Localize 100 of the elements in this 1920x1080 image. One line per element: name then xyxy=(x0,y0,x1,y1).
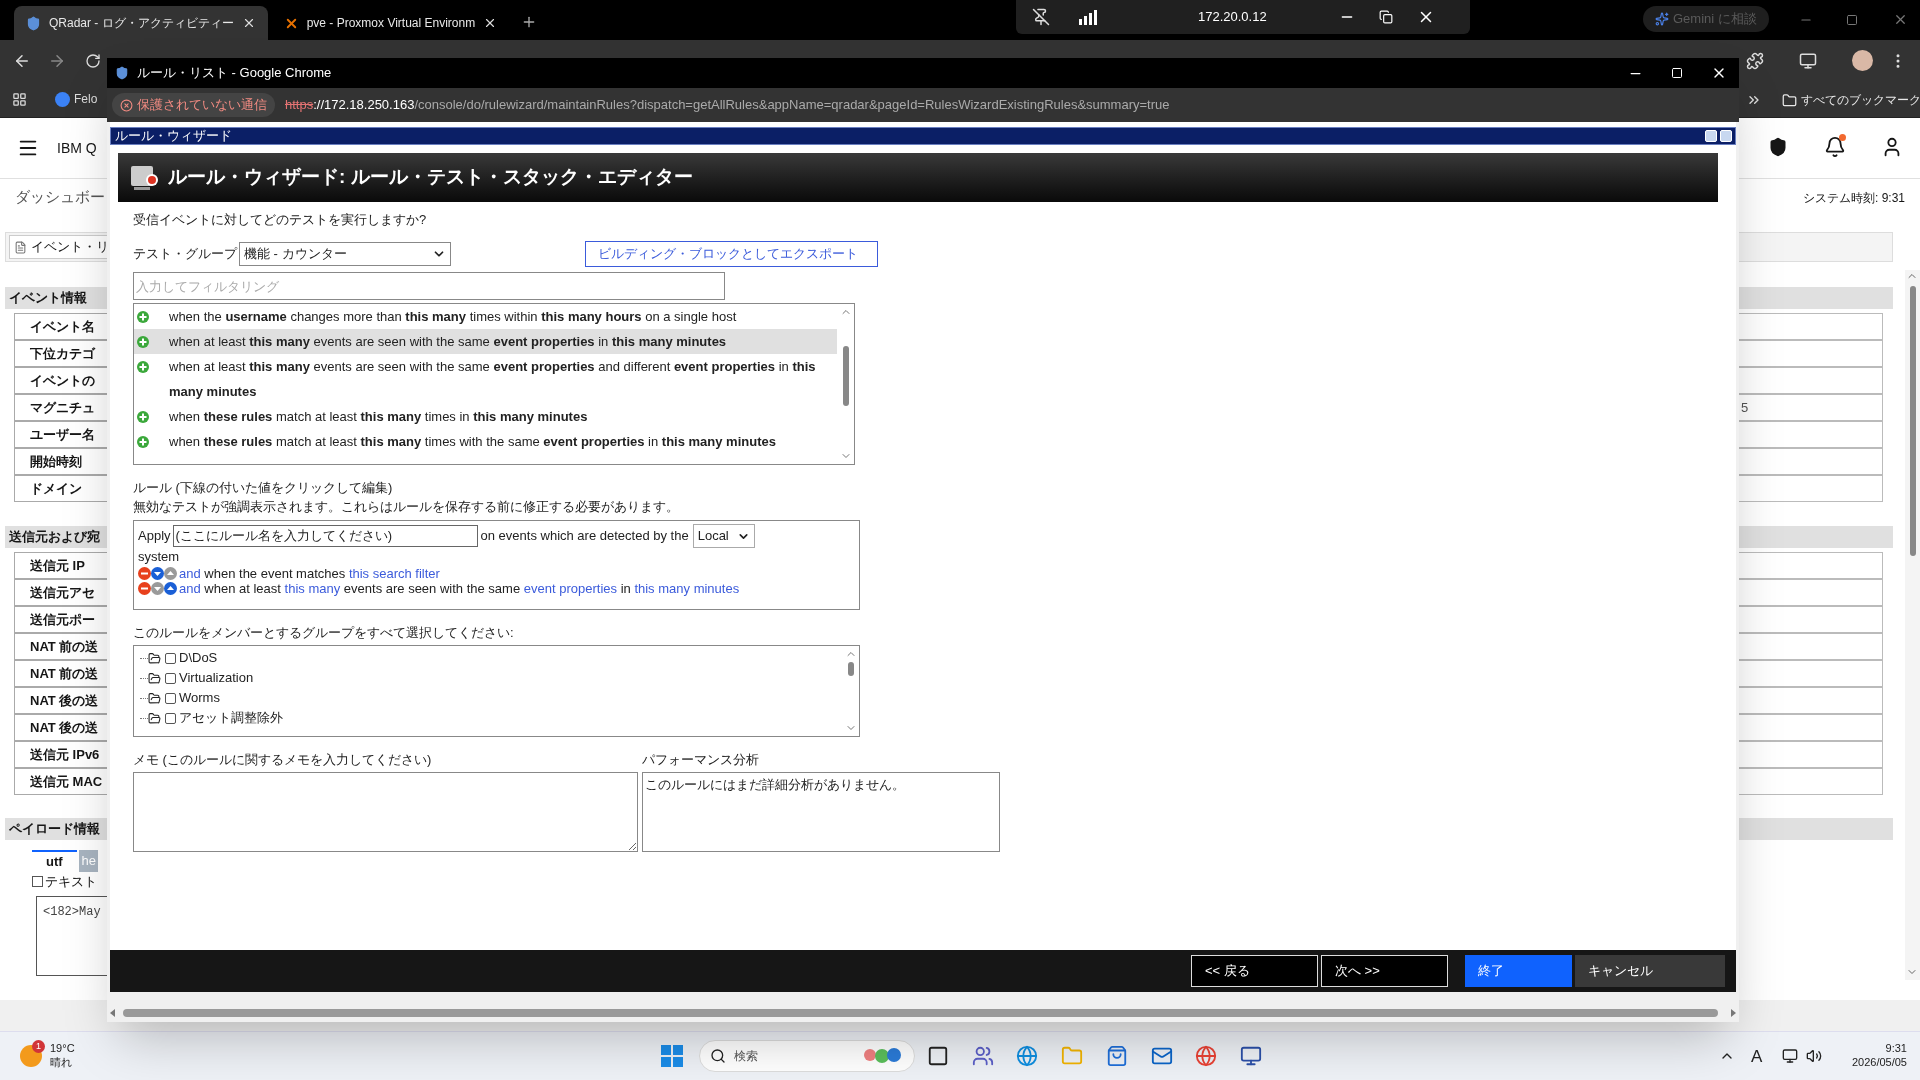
move-up-icon[interactable] xyxy=(164,567,177,580)
section-label: ルール (下線の付いた値をクリックして編集) xyxy=(133,479,394,497)
network-icon[interactable] xyxy=(1782,1048,1798,1064)
clause-link[interactable]: and xyxy=(179,565,201,581)
scrollbar-thumb[interactable] xyxy=(843,346,849,406)
address-bar[interactable]: https://172.18.250.163/console/do/rulewizard/maintainRules?dispatch=getAllRules&appName=qradar&pageId=RulesWizardExistingRules&summary=true xyxy=(285,95,1170,115)
extensions-icon[interactable] xyxy=(1746,52,1764,70)
mail-icon[interactable] xyxy=(1150,1045,1173,1067)
checkbox-label: テキスト xyxy=(45,873,97,891)
frame-title-bar: ルール・ウィザード xyxy=(110,127,1736,145)
back-icon[interactable] xyxy=(13,52,31,70)
scrollbar-thumb[interactable] xyxy=(848,662,854,676)
export-button[interactable]: ビルディング・ブロックとしてエクスポート xyxy=(585,241,878,267)
system-time: システム時刻: 9:31 xyxy=(1802,189,1905,207)
group-label: Virtualization xyxy=(179,669,254,688)
globe-icon[interactable] xyxy=(1016,1045,1039,1067)
nav-link[interactable]: ダッシュボー xyxy=(15,186,105,209)
folder-icon xyxy=(148,651,161,665)
add-icon xyxy=(137,336,149,348)
checkbox[interactable] xyxy=(165,672,176,684)
move-up-icon[interactable] xyxy=(164,582,177,595)
clock-time[interactable]: 9:31 xyxy=(1885,1041,1907,1055)
security-chip[interactable]: 保護されていない通信 xyxy=(112,93,275,117)
checkbox[interactable] xyxy=(32,876,43,888)
question-text: 受信イベントに対してどのテストを実行しますか? xyxy=(133,212,428,228)
test-item[interactable]: when these rules match at least this many times with the same event properties in this many minutes xyxy=(134,429,837,454)
square-icon[interactable] xyxy=(927,1045,949,1067)
add-icon xyxy=(137,361,149,373)
checkbox[interactable] xyxy=(165,712,176,724)
scope-select[interactable]: Local xyxy=(692,524,755,548)
weather-condition: 晴れ xyxy=(50,1055,73,1069)
memo-field[interactable] xyxy=(133,772,638,852)
move-down-icon[interactable] xyxy=(151,582,164,595)
folder-icon xyxy=(1782,92,1797,108)
all-bookmarks[interactable]: すべてのブックマーク xyxy=(1782,91,1920,109)
start-icon[interactable] xyxy=(661,1045,683,1067)
note-text: 無効なテストが強調表示されます。これらはルールを保存する前に修正する必要があります。 xyxy=(133,498,680,516)
wizard-button[interactable]: キャンセル xyxy=(1575,955,1725,987)
field-label: テスト・グループ xyxy=(133,245,237,264)
tab-title: QRadar - ログ・アクティビティー xyxy=(49,15,234,32)
search-icon xyxy=(710,1048,726,1064)
wizard-button[interactable]: 終了 xyxy=(1465,955,1572,987)
tab-title: pve - Proxmox Virtual Environm xyxy=(306,15,476,32)
field-label: パフォーマンス分析 xyxy=(642,752,760,768)
wizard-button[interactable]: 次へ >> xyxy=(1321,955,1448,987)
volume-icon[interactable] xyxy=(1806,1048,1822,1064)
clock-date[interactable]: 2026/05/05 xyxy=(1851,1055,1907,1069)
forward-icon[interactable] xyxy=(48,52,66,70)
section-label: このルールをメンバーとするグループをすべて選択してください: xyxy=(133,625,515,641)
search-field[interactable]: 検索 xyxy=(699,1040,915,1072)
shield-icon[interactable] xyxy=(1768,137,1788,157)
input-indicator[interactable]: A xyxy=(1751,1044,1763,1070)
monitor-icon[interactable] xyxy=(1239,1045,1262,1067)
test-group-select[interactable]: 機能 - カウンター xyxy=(239,242,451,266)
wizard-button[interactable]: << 戻る xyxy=(1191,955,1318,987)
folder-icon xyxy=(148,691,161,705)
profile-avatar[interactable] xyxy=(1852,50,1873,71)
reload-icon[interactable] xyxy=(85,53,101,69)
restore-icon[interactable] xyxy=(1705,130,1717,142)
document-icon xyxy=(14,240,27,254)
notification-icon[interactable] xyxy=(1824,136,1846,158)
checkbox[interactable] xyxy=(165,652,176,664)
rule-text: on events which are detected by the xyxy=(480,527,689,546)
weather-temp: 19°C xyxy=(50,1041,75,1055)
bookmark-icon xyxy=(55,91,70,107)
scrollbar-thumb[interactable] xyxy=(1910,286,1916,556)
test-item[interactable]: when these rules match at least this many times in this many minutes xyxy=(134,404,837,429)
rule-text: system xyxy=(138,548,181,566)
bookmark[interactable]: Felo xyxy=(55,90,98,108)
move-down-icon[interactable] xyxy=(151,567,164,580)
pin-off-icon[interactable] xyxy=(1032,8,1050,26)
shield-icon xyxy=(115,66,129,80)
remove-icon[interactable] xyxy=(138,567,151,580)
checkbox[interactable] xyxy=(165,692,176,704)
scroll-left-icon[interactable] xyxy=(110,1009,115,1017)
sparkle-icon xyxy=(1655,12,1669,26)
add-icon xyxy=(137,311,149,323)
add-icon xyxy=(137,436,149,448)
field-label: メモ (このルールに関するメモを入力してください) xyxy=(133,752,433,768)
clause-link[interactable]: and xyxy=(179,580,201,596)
add-icon xyxy=(137,411,149,423)
performance-box: このルールにはまだ詳細分析がありません。 xyxy=(642,772,1000,852)
restore-icon[interactable] xyxy=(1378,10,1393,24)
clause-link[interactable]: this many minutes xyxy=(634,580,740,596)
folder-icon xyxy=(148,671,161,685)
filter-field[interactable]: 入力してフィルタリング xyxy=(133,272,725,300)
bag-icon[interactable] xyxy=(1105,1045,1128,1067)
shield-icon xyxy=(26,15,41,31)
browser-tab[interactable]: QRadar - ログ・アクティビティー xyxy=(14,6,268,40)
people-icon[interactable] xyxy=(971,1045,994,1067)
clause-link[interactable]: this search filter xyxy=(348,565,440,581)
clause-link[interactable]: this many xyxy=(284,580,341,596)
test-item[interactable]: when at least this many events are seen with the same event properties in this many minutes xyxy=(134,329,837,354)
remove-icon[interactable] xyxy=(138,582,151,595)
scrollbar-thumb[interactable] xyxy=(123,1009,1718,1017)
scroll-right-icon[interactable] xyxy=(1731,1009,1736,1017)
clause-link[interactable]: event properties xyxy=(523,580,617,596)
folder-icon xyxy=(148,711,161,725)
apps-icon[interactable] xyxy=(12,92,27,107)
rule-name-field[interactable]: (ここにルール名を入力してください) xyxy=(172,525,478,547)
